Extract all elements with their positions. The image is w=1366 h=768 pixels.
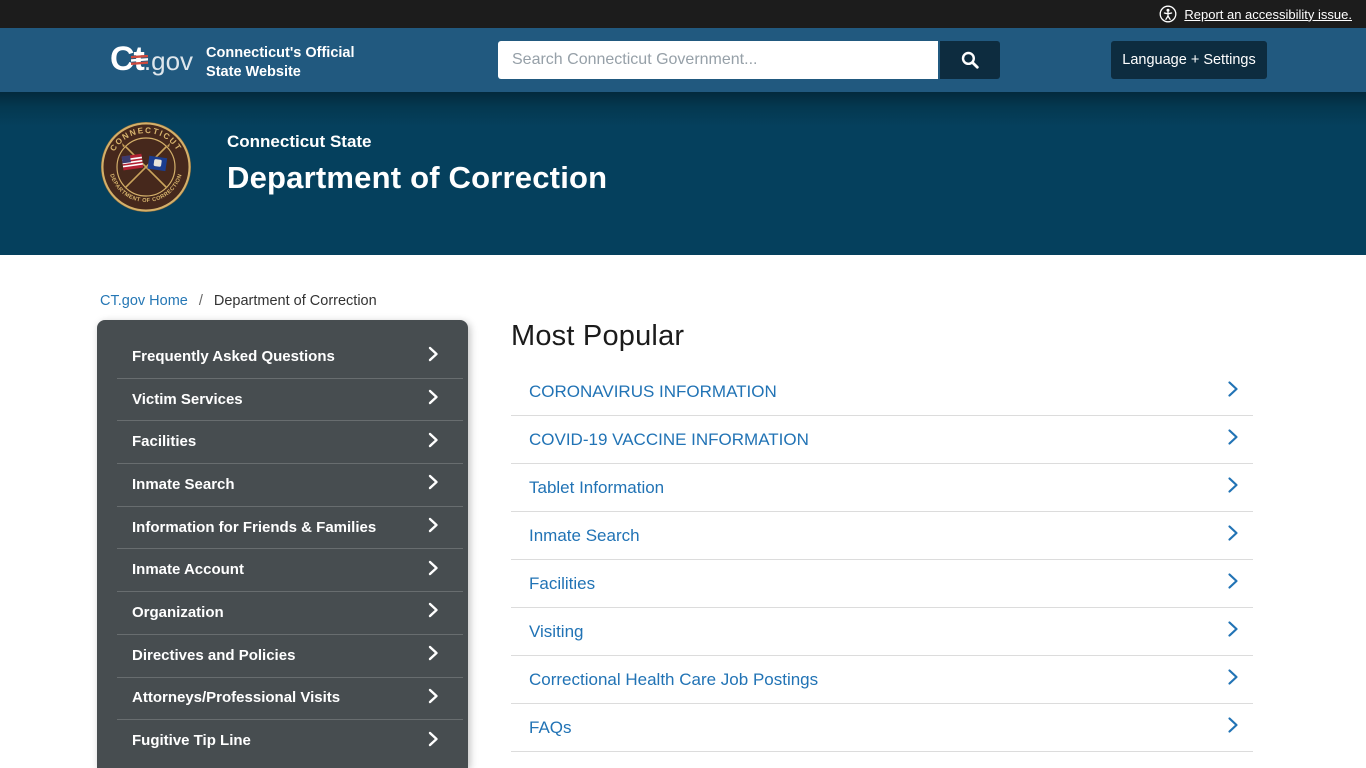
accessibility-bar: Report an accessibility issue. [0,0,1366,28]
site-tagline: Connecticut's Official State Website [206,44,354,82]
accessibility-icon [1159,5,1177,23]
sidebar-item-inmate-search[interactable]: Inmate Search [97,463,468,506]
sidebar-item-label: Inmate Search [132,476,235,493]
breadcrumb-home-link[interactable]: CT.gov Home [100,293,188,309]
accessibility-report-link[interactable]: Report an accessibility issue. [1184,7,1352,22]
chevron-right-icon [428,731,439,751]
ctgov-logo[interactable]: Ct.gov Connecticut's Official State Webs… [110,36,355,89]
breadcrumb: CT.gov Home / Department of Correction [100,293,377,309]
sidebar-item-organization[interactable]: Organization [97,591,468,634]
chevron-right-icon [1227,572,1239,595]
site-header: Ct.gov Connecticut's Official State Webs… [0,28,1366,92]
popular-link-faqs[interactable]: FAQs [511,704,1253,752]
sidebar-item-label: Organization [132,604,224,621]
chevron-right-icon [428,688,439,708]
sidebar-item-faq[interactable]: Frequently Asked Questions [97,335,468,378]
agency-banner: CONNECTICUT DEPARTMENT OF CORRECTION Con… [0,92,1366,255]
chevron-right-icon [428,645,439,665]
ctgov-logo-mark: Ct.gov [110,36,193,89]
chevron-right-icon [428,389,439,409]
page-title: Most Popular [511,320,1253,353]
chevron-right-icon [428,346,439,366]
chevron-right-icon [428,517,439,537]
page: Report an accessibility issue. Ct.gov [0,0,1366,768]
chevron-right-icon [1227,524,1239,547]
popular-link-label: Visiting [529,622,584,642]
breadcrumb-current: Department of Correction [214,293,377,309]
language-settings-button[interactable]: Language + Settings [1111,41,1267,79]
sidebar-item-facilities[interactable]: Facilities [97,420,468,463]
popular-link-coronavirus[interactable]: CORONAVIRUS INFORMATION [511,368,1253,416]
chevron-right-icon [1227,620,1239,643]
popular-link-tablet-information[interactable]: Tablet Information [511,464,1253,512]
popular-link-label: FAQs [529,718,572,738]
popular-link-covid-vaccine[interactable]: COVID-19 VACCINE INFORMATION [511,416,1253,464]
main-content: Most Popular CORONAVIRUS INFORMATION COV… [511,320,1253,752]
sidebar-item-label: Fugitive Tip Line [132,732,251,749]
agency-title: Department of Correction [227,160,607,196]
breadcrumb-separator: / [199,293,203,309]
tagline-line2: State Website [206,63,354,82]
search-icon [960,50,980,70]
sidebar-item-label: Directives and Policies [132,647,295,664]
chevron-right-icon [1227,476,1239,499]
sidebar-item-label: Victim Services [132,391,243,408]
chevron-right-icon [428,602,439,622]
popular-link-label: Correctional Health Care Job Postings [529,670,818,690]
chevron-right-icon [1227,380,1239,403]
site-search [498,41,1000,79]
sidebar-item-label: Facilities [132,433,196,450]
sidebar-item-attorneys-visits[interactable]: Attorneys/Professional Visits [97,677,468,720]
sidebar-item-label: Attorneys/Professional Visits [132,689,340,706]
sidebar-item-label: Inmate Account [132,561,244,578]
popular-link-label: Inmate Search [529,526,640,546]
popular-link-label: COVID-19 VACCINE INFORMATION [529,430,809,450]
chevron-right-icon [428,474,439,494]
popular-link-facilities[interactable]: Facilities [511,560,1253,608]
sidebar-item-label: Frequently Asked Questions [132,348,335,365]
chevron-right-icon [428,560,439,580]
department-seal: CONNECTICUT DEPARTMENT OF CORRECTION [100,121,192,218]
chevron-right-icon [1227,668,1239,691]
popular-link-label: Tablet Information [529,478,664,498]
popular-link-label: Facilities [529,574,595,594]
tagline-line1: Connecticut's Official [206,44,354,63]
sidebar-item-victim-services[interactable]: Victim Services [97,378,468,421]
logo-gov-text: .gov [144,46,193,76]
sidebar-item-label: Information for Friends & Families [132,519,376,536]
chevron-right-icon [428,432,439,452]
sidebar-item-directives-policies[interactable]: Directives and Policies [97,634,468,677]
search-input[interactable] [498,41,938,79]
sidebar-item-inmate-account[interactable]: Inmate Account [97,548,468,591]
agency-title-block: Connecticut State Department of Correcti… [227,132,607,196]
popular-link-inmate-search[interactable]: Inmate Search [511,512,1253,560]
logo-flag-icon [131,39,149,85]
chevron-right-icon [1227,716,1239,739]
agency-eyebrow: Connecticut State [227,132,607,152]
chevron-right-icon [1227,428,1239,451]
sidebar-nav: Frequently Asked Questions Victim Servic… [97,320,468,768]
sidebar-item-friends-families[interactable]: Information for Friends & Families [97,506,468,549]
popular-link-health-care-jobs[interactable]: Correctional Health Care Job Postings [511,656,1253,704]
sidebar-item-fugitive-tip-line[interactable]: Fugitive Tip Line [97,719,468,762]
search-button[interactable] [940,41,1000,79]
popular-link-visiting[interactable]: Visiting [511,608,1253,656]
popular-link-label: CORONAVIRUS INFORMATION [529,382,777,402]
